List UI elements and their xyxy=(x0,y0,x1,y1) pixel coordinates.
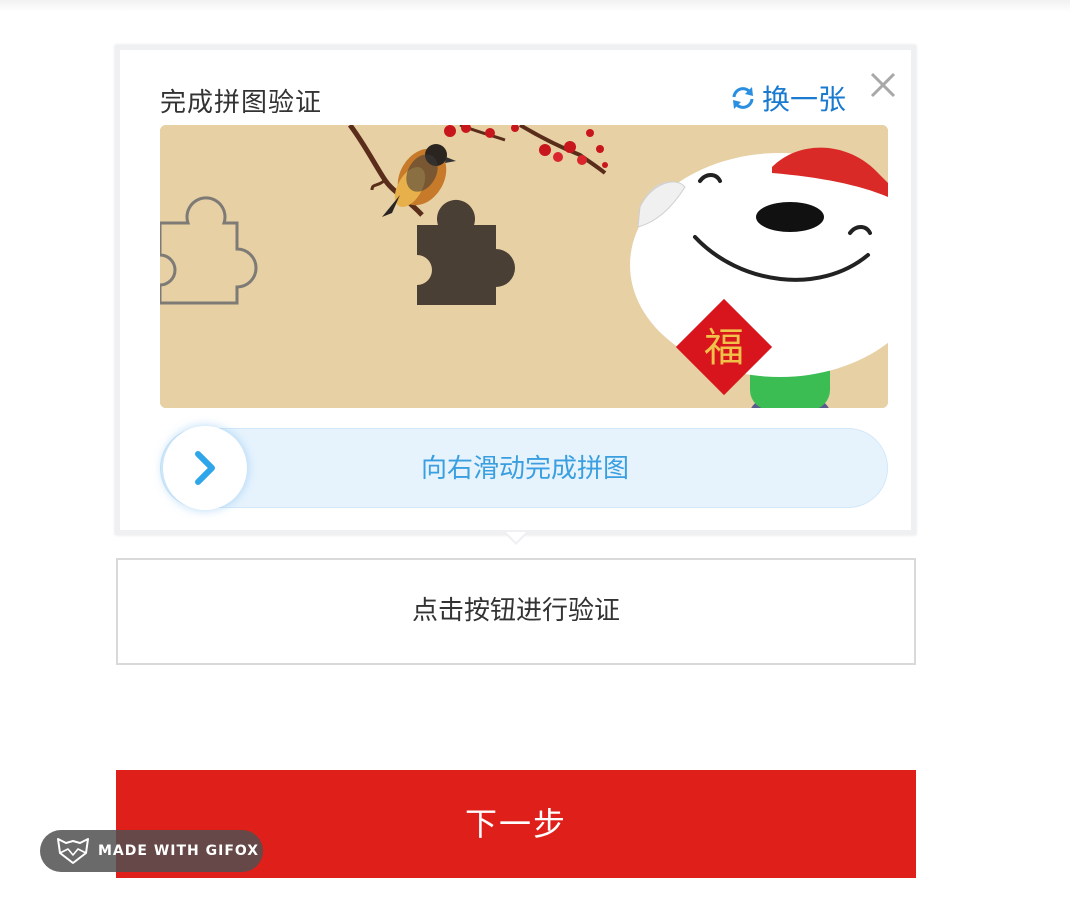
chevron-right-icon xyxy=(195,451,215,485)
watermark-label: MADE WITH GIFOX xyxy=(98,843,260,859)
popup-pointer-inner xyxy=(506,532,526,542)
slide-track[interactable]: 向右滑动完成拼图 xyxy=(160,426,888,510)
slider-hint: 向右滑动完成拼图 xyxy=(420,454,629,484)
top-edge-shadow xyxy=(0,0,1070,12)
refresh-label: 换一张 xyxy=(762,83,847,116)
captcha-popup: 完成拼图验证 换一张 福 向右滑动完成拼图 xyxy=(115,45,916,535)
captcha-title: 完成拼图验证 xyxy=(160,88,323,118)
fox-logo-icon xyxy=(57,838,89,864)
close-icon[interactable] xyxy=(868,70,898,100)
refresh-icon xyxy=(732,87,754,109)
gifox-watermark: MADE WITH GIFOX xyxy=(40,830,263,872)
verify-button[interactable]: 点击按钮进行验证 xyxy=(116,558,916,665)
slider-handle[interactable] xyxy=(163,426,247,510)
puzzle-image: 福 xyxy=(160,125,888,408)
fu-badge: 福 xyxy=(704,325,744,371)
refresh-button[interactable]: 换一张 xyxy=(728,80,846,116)
puzzle-scene: 福 xyxy=(160,125,888,408)
